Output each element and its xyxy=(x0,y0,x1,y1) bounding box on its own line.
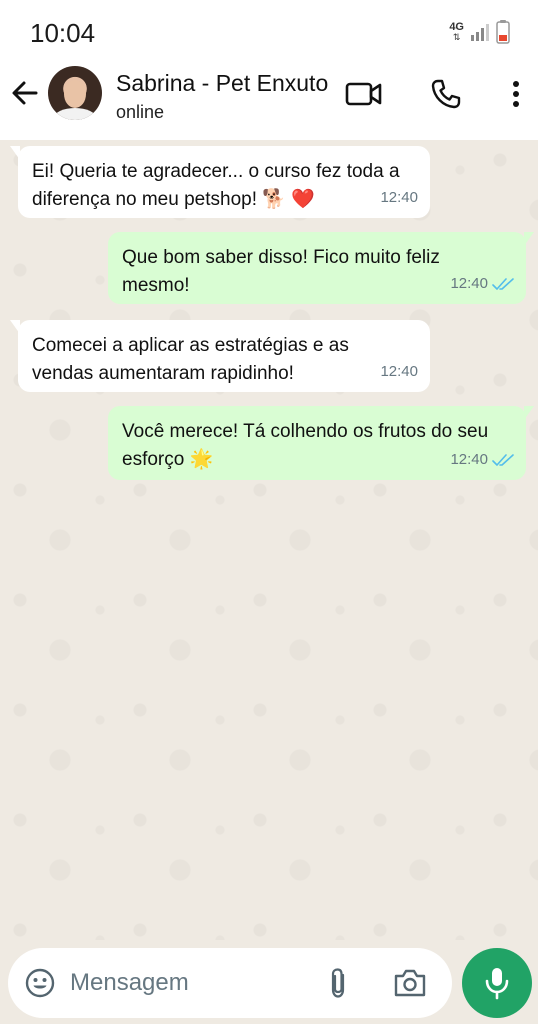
message-meta: 12:40 xyxy=(380,184,418,212)
message-time: 12:40 xyxy=(450,275,488,292)
chat-header: Sabrina - Pet Enxuto online xyxy=(0,62,538,140)
more-vert-icon xyxy=(513,81,519,107)
message-time: 12:40 xyxy=(380,363,418,380)
contact-status: online xyxy=(116,102,165,122)
message-input[interactable] xyxy=(70,966,310,1000)
avatar[interactable] xyxy=(48,66,102,120)
message-bubble-outgoing[interactable]: Que bom saber disso! Fico muito feliz me… xyxy=(108,232,534,304)
bubble-tail xyxy=(524,232,534,246)
message-text: Comecei a aplicar as estratégias e as ve… xyxy=(32,335,349,384)
bubble-tail xyxy=(10,146,20,160)
camera-icon xyxy=(394,969,426,997)
camera-button[interactable] xyxy=(390,965,430,1001)
message-bubble-outgoing[interactable]: Você merece! Tá colhendo os frutos do se… xyxy=(108,406,534,480)
mic-icon xyxy=(485,968,509,1000)
message-time: 12:40 xyxy=(380,189,418,206)
phone-icon xyxy=(431,79,461,109)
emoji-icon xyxy=(25,968,55,998)
chat-area[interactable]: Ei! Queria te agradecer... o curso fez t… xyxy=(0,140,538,940)
read-ticks-icon xyxy=(492,454,514,466)
message-text: Ei! Queria te agradecer... o curso fez t… xyxy=(32,161,400,210)
back-button[interactable] xyxy=(8,76,42,110)
message-composer xyxy=(8,948,452,1018)
avatar-shirt xyxy=(54,108,96,120)
attach-icon xyxy=(331,968,345,998)
avatar-face xyxy=(64,80,86,108)
video-call-button[interactable] xyxy=(344,76,384,112)
message-meta: 12:40 xyxy=(450,446,514,474)
data-arrows-icon: ⇅ xyxy=(452,32,461,42)
message-bubble-incoming[interactable]: Comecei a aplicar as estratégias e as ve… xyxy=(10,320,430,392)
bubble-tail xyxy=(10,320,20,334)
message-meta: 12:40 xyxy=(450,270,514,298)
signal-icon xyxy=(471,24,489,41)
message-time: 12:40 xyxy=(450,451,488,468)
message-bubble-incoming[interactable]: Ei! Queria te agradecer... o curso fez t… xyxy=(10,146,430,218)
emoji-button[interactable] xyxy=(22,965,58,1001)
back-arrow-icon xyxy=(12,81,38,105)
video-call-icon xyxy=(345,82,382,106)
voice-message-button[interactable] xyxy=(462,948,532,1018)
voice-call-button[interactable] xyxy=(426,76,466,112)
status-icons: 4G ⇅ xyxy=(449,18,510,46)
message-meta: 12:40 xyxy=(380,358,418,386)
status-bar: 10:04 4G ⇅ xyxy=(0,0,538,62)
network-indicator: 4G ⇅ xyxy=(449,22,464,42)
battery-icon xyxy=(496,20,510,44)
read-ticks-icon xyxy=(492,278,514,290)
contact-name[interactable]: Sabrina - Pet Enxuto xyxy=(116,70,328,97)
more-options-button[interactable] xyxy=(496,76,536,112)
attach-button[interactable] xyxy=(320,965,356,1001)
bubble-tail xyxy=(524,406,534,420)
status-time: 10:04 xyxy=(30,18,96,48)
